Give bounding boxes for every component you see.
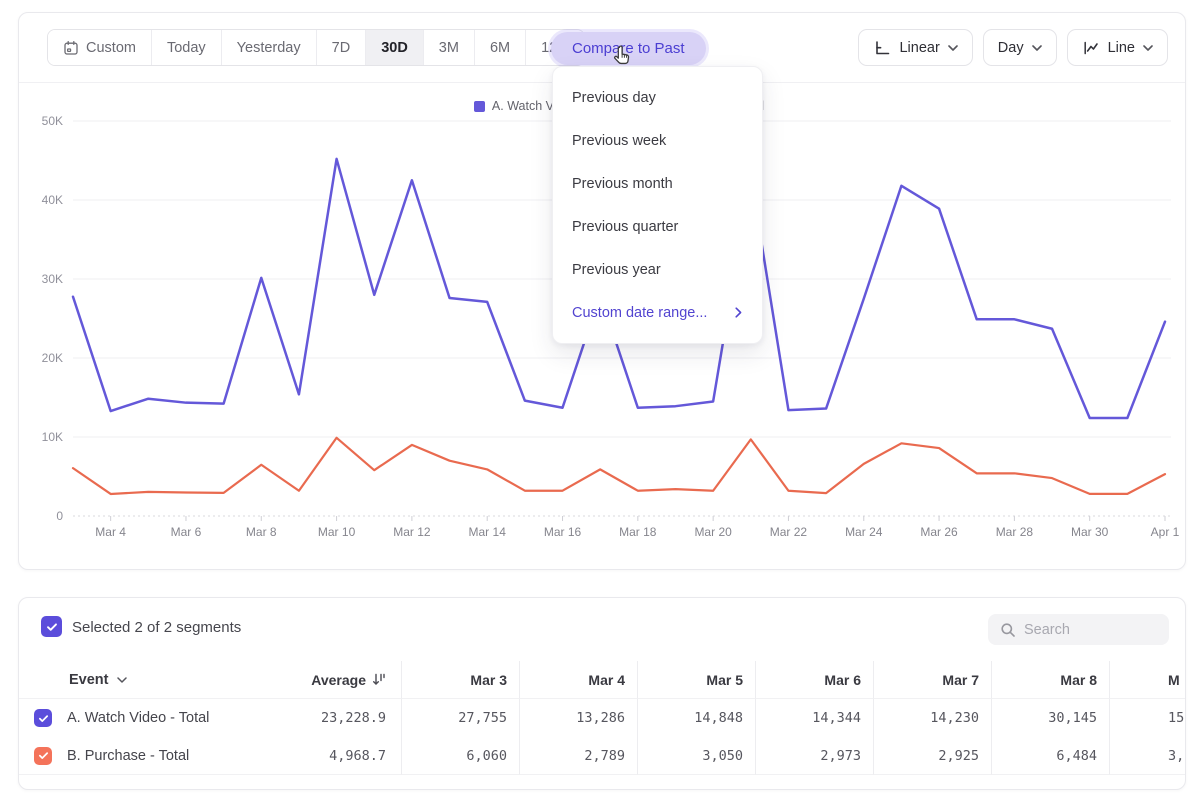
date-column-header: Mar 6 [755,661,873,699]
insights-report-page: Custom Today Yesterday 7D 30D 3M 6M 12M … [0,0,1200,802]
segments-header: Selected 2 of 2 segments [19,598,1185,661]
menu-item-previous-day[interactable]: Previous day [553,76,762,119]
compare-to-past-menu: Previous day Previous week Previous mont… [552,66,763,344]
date-column-header: Mar 5 [637,661,755,699]
menu-item-custom-date-range[interactable]: Custom date range... [553,291,762,334]
menu-item-previous-week[interactable]: Previous week [553,119,762,162]
date-column-header-clipped: M [1109,661,1186,699]
date-column-header: Mar 7 [873,661,991,699]
segments-table: Event Average Mar 3 Mar 4 Mar 5 Mar 6 Ma… [19,661,1186,775]
x-axis-label: Mar 20 [681,525,745,539]
x-axis-label: Mar 12 [380,525,444,539]
row-checkbox-cell [19,699,67,737]
y-axis-label: 30K [19,272,63,286]
x-axis-label: Mar 30 [1058,525,1122,539]
table-value: 3,050 [637,737,755,775]
x-axis-label: Mar 4 [79,525,143,539]
table-value: 2,789 [519,737,637,775]
table-value: 2,925 [873,737,991,775]
legend-swatch-a [474,101,485,112]
date-column-header: Mar 3 [401,661,519,699]
series-line-purchase[interactable] [73,438,1165,494]
row-a-label[interactable]: A. Watch Video - Total [67,699,247,737]
table-value: 30,145 [991,699,1109,737]
menu-item-previous-quarter[interactable]: Previous quarter [553,205,762,248]
table-value: 2,973 [755,737,873,775]
row-a-checkbox[interactable] [34,709,52,727]
table-value: 14,344 [755,699,873,737]
event-column-header[interactable]: Event [19,661,247,699]
selected-summary: Selected 2 of 2 segments [72,619,241,636]
average-column-header[interactable]: Average [247,661,401,699]
table-value: 13,286 [519,699,637,737]
search-icon [1000,622,1016,638]
date-column-header: Mar 8 [991,661,1109,699]
table-value: 14,230 [873,699,991,737]
date-column-header: Mar 4 [519,661,637,699]
table-value-clipped: 15, [1109,699,1186,737]
check-icon [38,750,49,761]
search-box [988,614,1169,645]
y-axis-label: 0 [19,509,63,523]
search-input[interactable] [1024,622,1154,638]
table-value: 6,060 [401,737,519,775]
menu-item-previous-month[interactable]: Previous month [553,162,762,205]
x-axis-label: Mar 10 [305,525,369,539]
check-icon [38,713,49,724]
chevron-down-icon [117,677,127,683]
y-axis-label: 20K [19,351,63,365]
x-axis-label: Mar 8 [229,525,293,539]
menu-item-previous-year[interactable]: Previous year [553,248,762,291]
x-axis-label: Mar 24 [832,525,896,539]
row-checkbox-cell [19,737,67,775]
segments-card: Selected 2 of 2 segments Event Average M… [18,597,1186,790]
row-b-average: 4,968.7 [247,737,401,775]
table-value: 6,484 [991,737,1109,775]
y-axis-label: 50K [19,114,63,128]
x-axis-label: Mar 16 [531,525,595,539]
select-all-checkbox[interactable] [41,616,62,637]
x-axis-label: Mar 6 [154,525,218,539]
x-axis-label: Mar 28 [982,525,1046,539]
table-value: 27,755 [401,699,519,737]
x-axis-label: Mar 22 [756,525,820,539]
y-axis-label: 40K [19,193,63,207]
row-a-average: 23,228.9 [247,699,401,737]
table-value-clipped: 3, [1109,737,1186,775]
x-axis-label: Mar 18 [606,525,670,539]
x-axis-label: Mar 26 [907,525,971,539]
table-value: 14,848 [637,699,755,737]
x-axis-label: Mar 14 [455,525,519,539]
sort-descending-icon [372,673,386,686]
check-icon [46,621,58,633]
row-b-checkbox[interactable] [34,747,52,765]
row-b-label[interactable]: B. Purchase - Total [67,737,247,775]
x-axis-label: Apr 1 [1133,525,1197,539]
y-axis-label: 10K [19,430,63,444]
chevron-right-icon [735,307,742,318]
